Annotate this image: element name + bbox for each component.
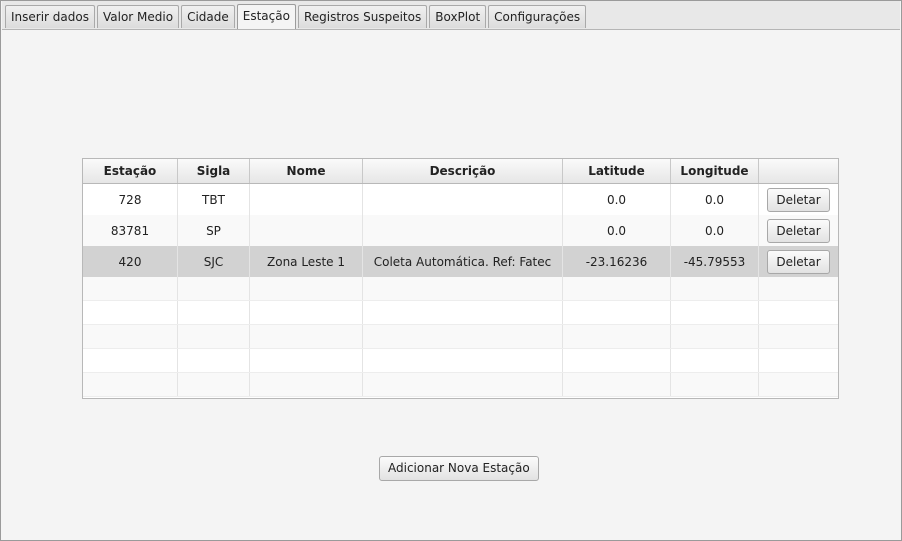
column-header-nome[interactable]: Nome xyxy=(250,159,363,183)
cell-nome: Zona Leste 1 xyxy=(250,246,363,277)
empty-row xyxy=(83,277,838,301)
delete-button[interactable]: Deletar xyxy=(767,249,830,274)
tab-valor-medio[interactable]: Valor Medio xyxy=(96,5,180,28)
stations-table[interactable]: Estação Sigla Nome Descrição Latitude Lo… xyxy=(82,158,839,399)
column-header-estacao[interactable]: Estação xyxy=(83,159,178,183)
tab-registros-suspeitos[interactable]: Registros Suspeitos xyxy=(297,5,428,28)
tab-list: Inserir dados Valor Medio Cidade Estação… xyxy=(5,4,588,29)
empty-row xyxy=(83,301,838,325)
tab-content: Estação Sigla Nome Descrição Latitude Lo… xyxy=(2,30,900,539)
cell-sigla: SP xyxy=(178,215,250,246)
cell-longitude: 0.0 xyxy=(671,215,759,246)
window-frame: Inserir dados Valor Medio Cidade Estação… xyxy=(0,0,902,541)
tab-cidade[interactable]: Cidade xyxy=(181,5,235,28)
cell-action: Deletar xyxy=(759,246,838,277)
cell-latitude: 0.0 xyxy=(563,184,671,215)
empty-row xyxy=(83,349,838,373)
add-station-button[interactable]: Adicionar Nova Estação xyxy=(379,456,539,481)
cell-longitude: -45.79553 xyxy=(671,246,759,277)
column-header-sigla[interactable]: Sigla xyxy=(178,159,250,183)
column-header-descricao[interactable]: Descrição xyxy=(363,159,563,183)
tab-bar: Inserir dados Valor Medio Cidade Estação… xyxy=(2,1,900,30)
delete-button[interactable]: Deletar xyxy=(767,187,830,212)
tab-inserir-dados[interactable]: Inserir dados xyxy=(5,5,95,28)
empty-row xyxy=(83,325,838,349)
empty-row xyxy=(83,373,838,397)
cell-descricao xyxy=(363,184,563,215)
tab-configuracoes[interactable]: Configurações xyxy=(488,5,587,28)
column-header-actions[interactable] xyxy=(759,159,838,183)
delete-button[interactable]: Deletar xyxy=(767,218,830,243)
cell-latitude: -23.16236 xyxy=(563,246,671,277)
tab-estacao[interactable]: Estação xyxy=(236,4,296,29)
cell-descricao: Coleta Automática. Ref: Fatec xyxy=(363,246,563,277)
table-header: Estação Sigla Nome Descrição Latitude Lo… xyxy=(83,159,838,184)
tab-boxplot[interactable]: BoxPlot xyxy=(429,5,487,28)
column-header-latitude[interactable]: Latitude xyxy=(563,159,671,183)
cell-action: Deletar xyxy=(759,184,838,215)
table-row-selected[interactable]: 420 SJC Zona Leste 1 Coleta Automática. … xyxy=(83,246,838,277)
cell-estacao: 420 xyxy=(83,246,178,277)
cell-descricao xyxy=(363,215,563,246)
table-row[interactable]: 83781 SP 0.0 0.0 Deletar xyxy=(83,215,838,246)
cell-latitude: 0.0 xyxy=(563,215,671,246)
cell-nome xyxy=(250,215,363,246)
cell-sigla: TBT xyxy=(178,184,250,215)
cell-sigla: SJC xyxy=(178,246,250,277)
column-header-longitude[interactable]: Longitude xyxy=(671,159,759,183)
cell-estacao: 728 xyxy=(83,184,178,215)
cell-longitude: 0.0 xyxy=(671,184,759,215)
cell-estacao: 83781 xyxy=(83,215,178,246)
cell-action: Deletar xyxy=(759,215,838,246)
table-row[interactable]: 728 TBT 0.0 0.0 Deletar xyxy=(83,184,838,215)
cell-nome xyxy=(250,184,363,215)
